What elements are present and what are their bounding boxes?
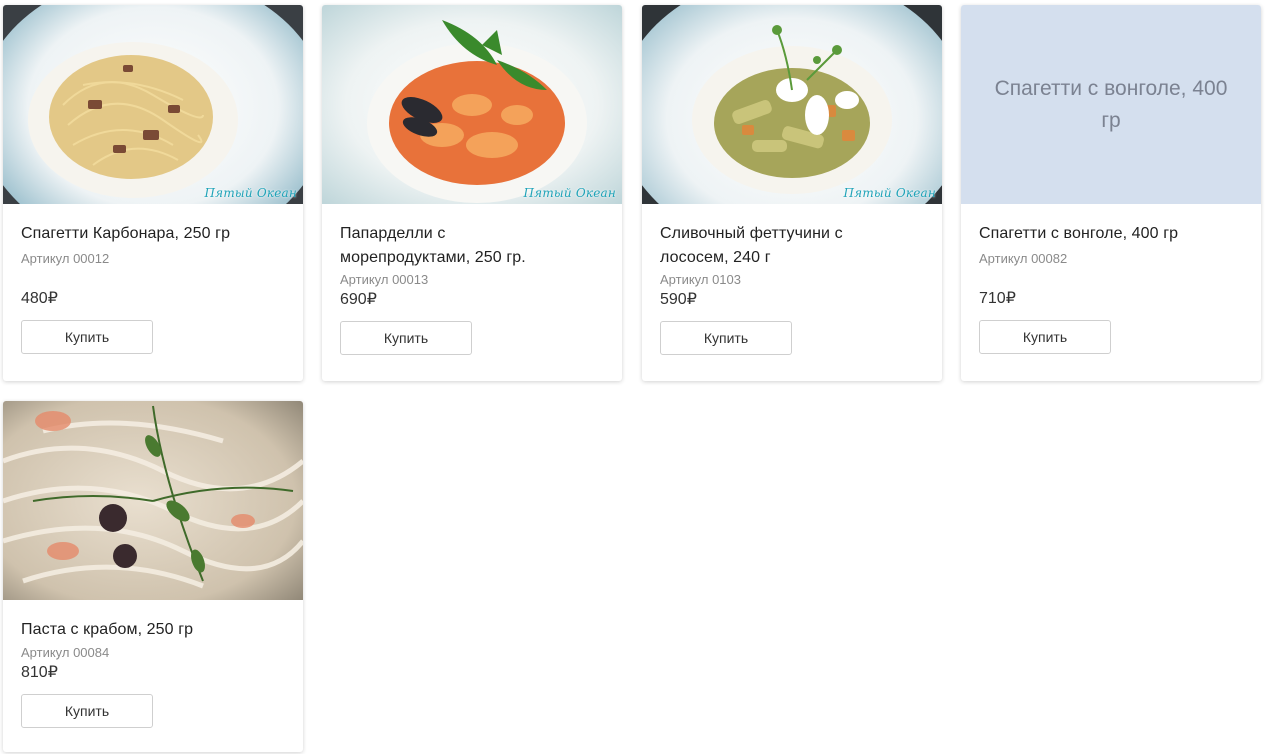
product-info: Сливочный феттучини с лососем, 240 г Арт… — [642, 222, 942, 355]
product-price: 690₽ — [340, 291, 377, 308]
brand-watermark: Пятый Океан — [843, 186, 936, 200]
product-info: Спагетти с вонголе, 400 гр Артикул 00082… — [961, 222, 1261, 354]
product-image-placeholder[interactable]: Спагетти с вонголе, 400 гр — [961, 5, 1261, 204]
product-image[interactable]: Пятый Океан — [642, 5, 942, 204]
product-card: Спагетти с вонголе, 400 гр Спагетти с во… — [961, 5, 1261, 381]
product-price: 590₽ — [660, 291, 697, 308]
product-sku: Артикул 00012 — [21, 251, 110, 266]
product-title[interactable]: Спагетти с вонголе, 400 гр — [979, 222, 1243, 246]
product-sku: Артикул 00084 — [21, 645, 110, 660]
product-price: 810₽ — [21, 664, 58, 681]
product-card: Пятый Океан Папарделли с морепродуктами,… — [322, 5, 622, 381]
product-grid: Пятый Океан Спагетти Карбонара, 250 гр А… — [0, 0, 1275, 754]
fettuccine-salmon-photo — [642, 5, 942, 204]
product-title[interactable]: Спагетти Карбонара, 250 гр — [21, 222, 285, 246]
product-title[interactable]: Паста с крабом, 250 гр — [21, 618, 285, 642]
buy-button[interactable]: Купить — [660, 321, 792, 355]
product-card: Пятый Океан Спагетти Карбонара, 250 гр А… — [3, 5, 303, 381]
crab-pasta-photo — [3, 401, 303, 600]
product-card: Пятый Океан Сливочный феттучини с лососе… — [642, 5, 942, 381]
product-image[interactable]: Пятый Океан — [322, 5, 622, 204]
product-title[interactable]: Сливочный феттучини с лососем, 240 г — [660, 222, 900, 270]
product-image[interactable] — [3, 401, 303, 600]
product-card: Паста с крабом, 250 гр Артикул 00084 810… — [3, 401, 303, 752]
brand-watermark: Пятый Океан — [523, 186, 616, 200]
product-sku: Артикул 00082 — [979, 251, 1068, 266]
product-price: 480₽ — [21, 290, 58, 307]
placeholder-text: Спагетти с вонголе, 400 гр — [994, 76, 1228, 132]
product-image[interactable]: Пятый Океан — [3, 5, 303, 204]
buy-button[interactable]: Купить — [340, 321, 472, 355]
buy-button[interactable]: Купить — [21, 320, 153, 354]
brand-watermark: Пятый Океан — [204, 186, 297, 200]
product-price: 710₽ — [979, 290, 1016, 307]
product-info: Спагетти Карбонара, 250 гр Артикул 00012… — [3, 222, 303, 354]
product-info: Паста с крабом, 250 гр Артикул 00084 810… — [3, 618, 303, 728]
buy-button[interactable]: Купить — [979, 320, 1111, 354]
product-title[interactable]: Папарделли с морепродуктами, 250 гр. — [340, 222, 580, 270]
spaghetti-carbonara-photo — [3, 5, 303, 204]
buy-button[interactable]: Купить — [21, 694, 153, 728]
pappardelle-seafood-photo — [322, 5, 622, 204]
product-info: Папарделли с морепродуктами, 250 гр. Арт… — [322, 222, 622, 355]
product-sku: Артикул 0103 — [660, 272, 741, 287]
product-sku: Артикул 00013 — [340, 272, 429, 287]
